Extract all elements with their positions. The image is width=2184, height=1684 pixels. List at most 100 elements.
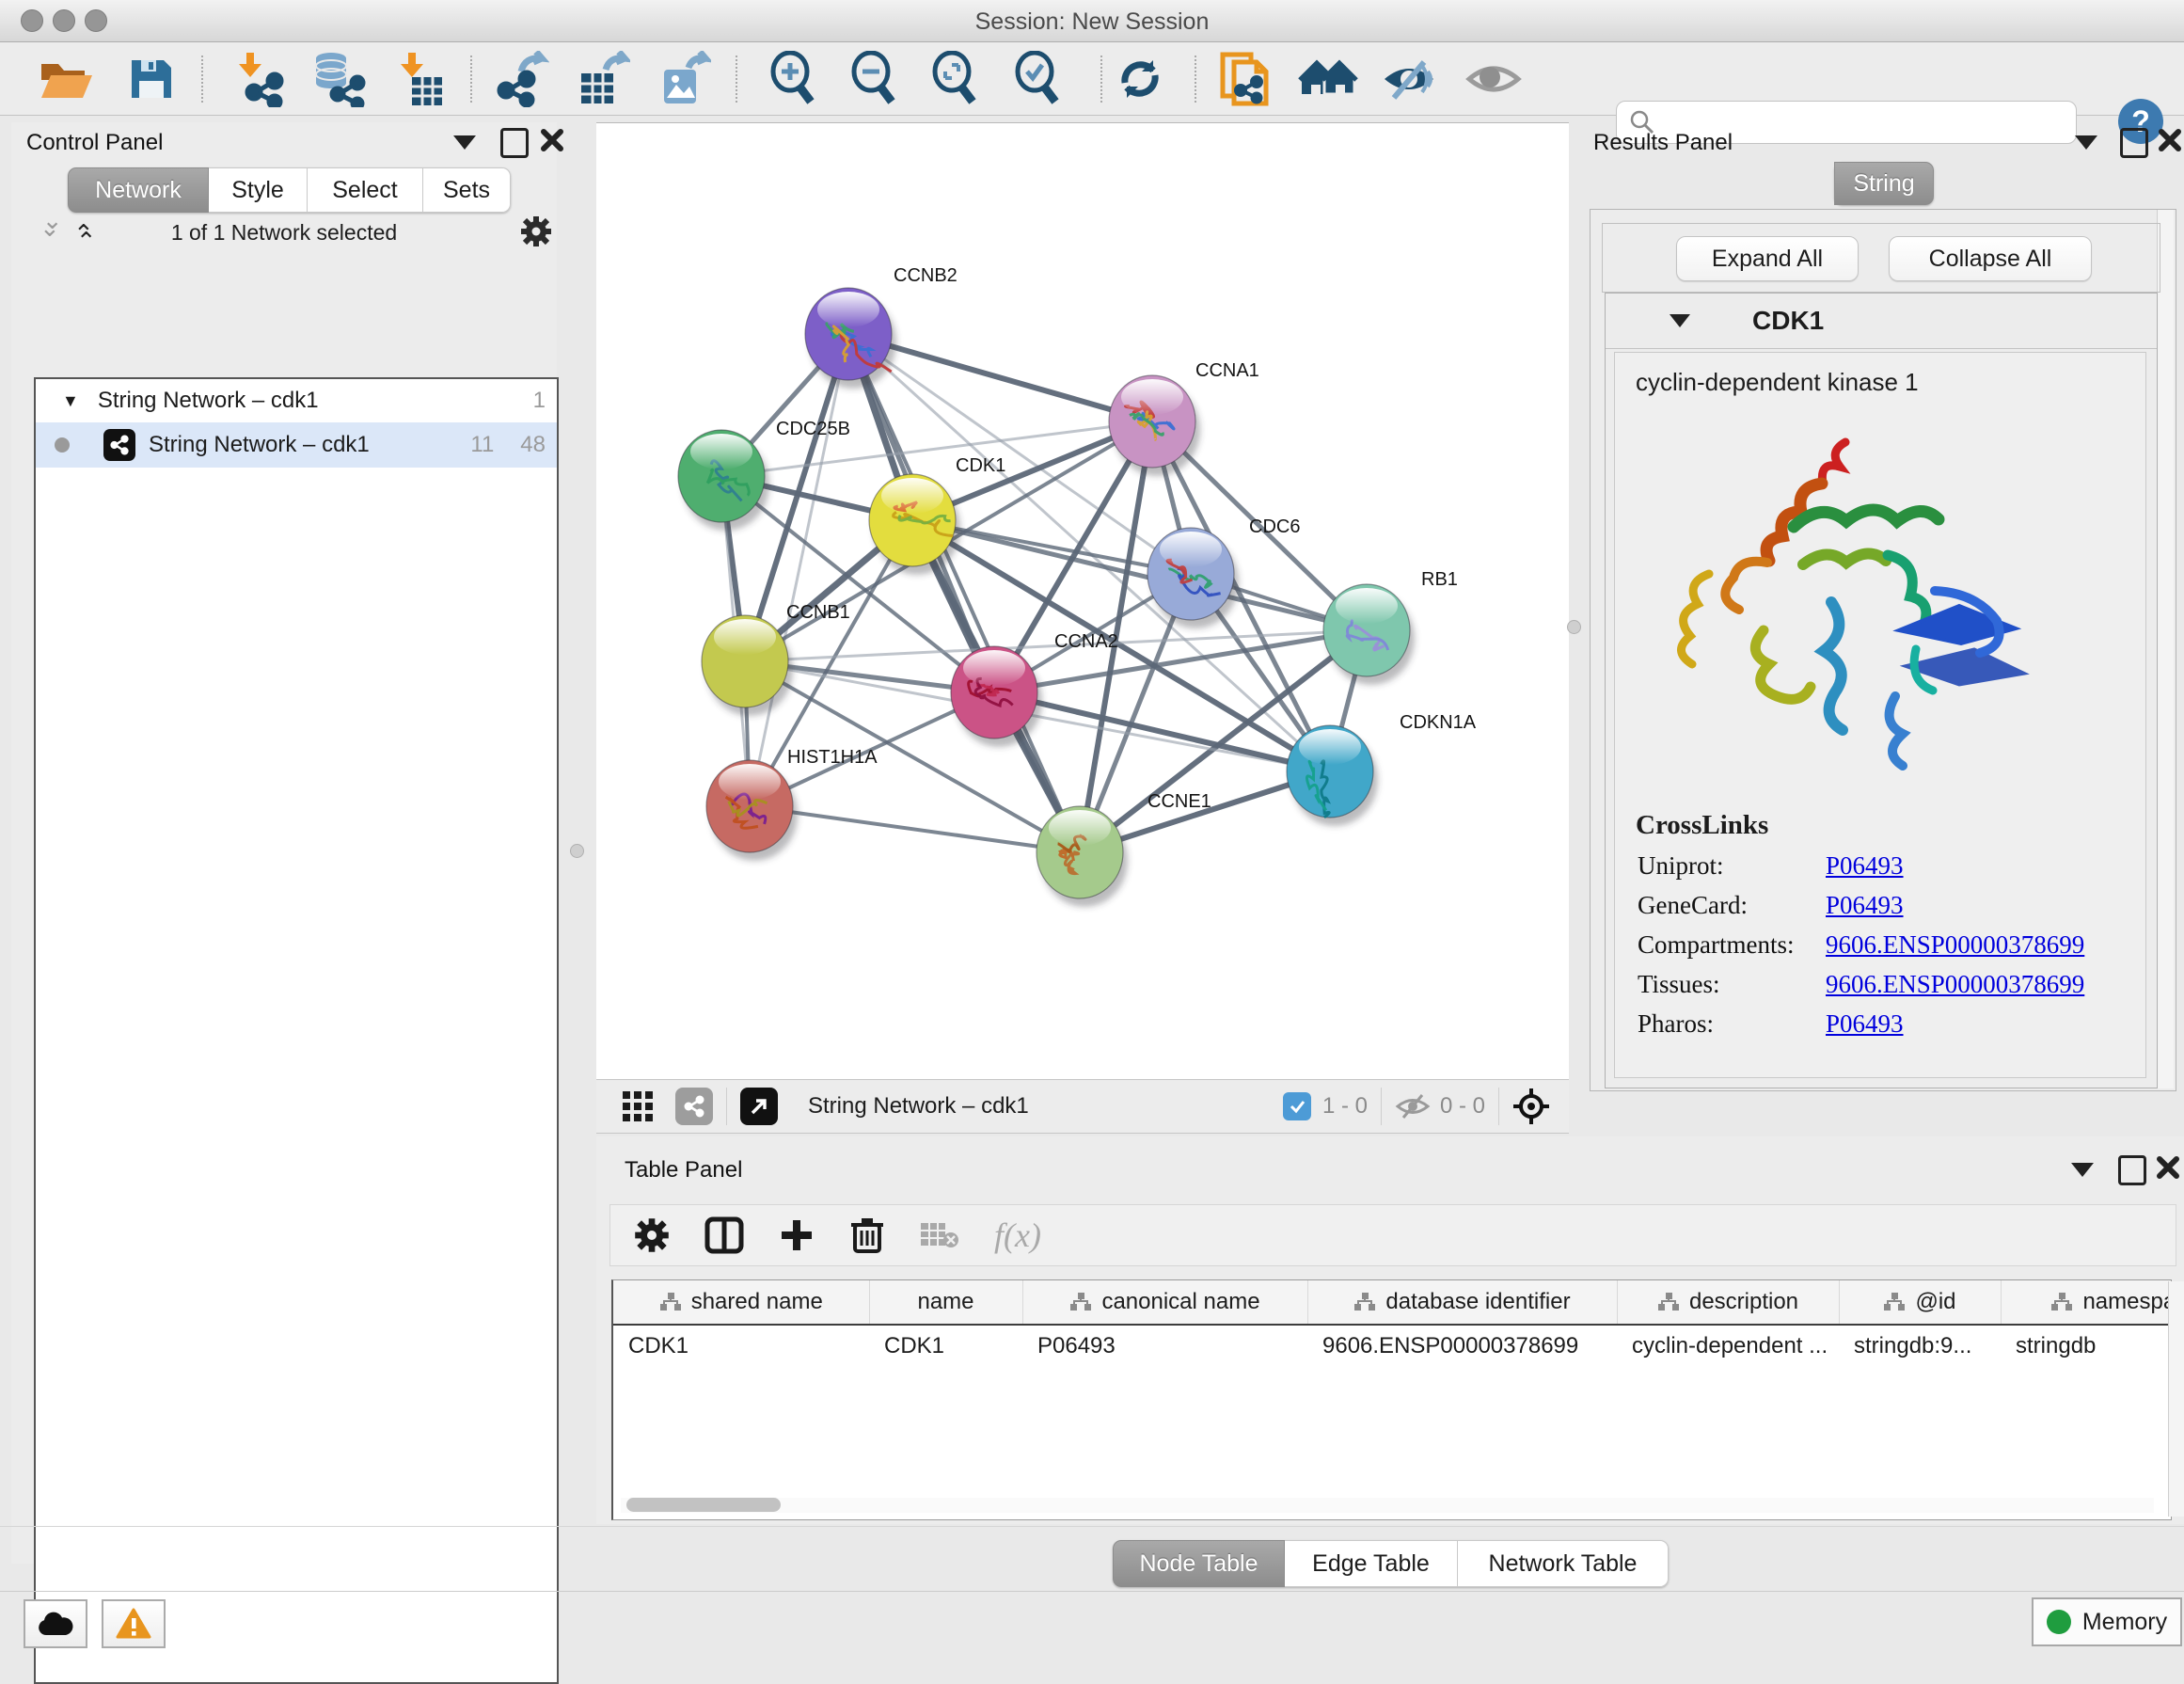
network-graph[interactable]: CCNB2CCNA1CDC25BCDK1CDC6RB1CCNB1CCNA2CDK… (596, 123, 1569, 1080)
cell-name[interactable]: CDK1 (869, 1325, 1022, 1367)
zoom-out-icon[interactable] (845, 51, 901, 107)
cell-namespace[interactable]: stringdb (2001, 1325, 2172, 1367)
fit-selection-crosshair-icon[interactable] (1512, 1088, 1550, 1125)
selected-checkbox-icon[interactable] (1283, 1092, 1311, 1120)
table-header-row[interactable]: shared name name canonical name database… (613, 1280, 2172, 1325)
maximize-panel-icon[interactable] (500, 128, 529, 158)
cell-id[interactable]: stringdb:9... (1839, 1325, 2001, 1367)
current-network-name: String Network – cdk1 (808, 1093, 1029, 1120)
network-node-rb1[interactable] (1323, 584, 1415, 685)
table-scrollbar-thumb[interactable] (626, 1498, 781, 1512)
table-vertical-scrollbar[interactable] (2168, 1281, 2184, 1517)
show-graphics-details-icon[interactable] (1465, 53, 1522, 105)
function-builder-icon-disabled: f(x) (994, 1215, 1041, 1255)
crosslink-value[interactable]: 9606.ENSP00000378699 (1826, 970, 2084, 999)
close-panel-icon[interactable] (2156, 1155, 2180, 1180)
network-view-canvas[interactable]: CCNB2CCNA1CDC25BCDK1CDC6RB1CCNB1CCNA2CDK… (596, 122, 1569, 1080)
export-table-icon[interactable] (574, 51, 630, 107)
network-node-cdk1[interactable] (869, 474, 960, 575)
table-options-gear-icon[interactable] (633, 1216, 671, 1254)
collection-expand-arrow-icon[interactable]: ▼ (62, 391, 79, 411)
network-collection-row[interactable]: ▼ String Network – cdk1 1 (36, 379, 557, 422)
column-header: @id (1915, 1289, 1955, 1315)
grid-view-icon[interactable] (621, 1089, 655, 1123)
network-node-cdc6[interactable] (1147, 528, 1239, 628)
open-file-icon[interactable] (38, 53, 94, 105)
tab-network-table[interactable]: Network Table (1458, 1540, 1669, 1587)
results-tab-bar: String (1834, 162, 1934, 205)
cell-description[interactable]: cyclin-dependent ... (1617, 1325, 1839, 1367)
network-node-ccne1[interactable] (1037, 806, 1128, 907)
add-column-icon[interactable] (778, 1216, 815, 1254)
table-row[interactable]: CDK1 CDK1 P06493 9606.ENSP00000378699 cy… (613, 1325, 2172, 1367)
tab-sets[interactable]: Sets (423, 167, 511, 213)
crosslink-value[interactable]: P06493 (1826, 1009, 1904, 1039)
tab-node-table[interactable]: Node Table (1113, 1540, 1285, 1587)
maximize-panel-icon[interactable] (2120, 128, 2148, 158)
results-scrollbar[interactable] (2157, 210, 2174, 1088)
network-node-ccna1[interactable] (1109, 375, 1200, 476)
cell-database-identifier[interactable]: 9606.ENSP00000378699 (1307, 1325, 1617, 1367)
collapse-all-button[interactable]: Collapse All (1889, 236, 2092, 281)
toolbar-separator (736, 56, 737, 103)
zoom-selected-icon[interactable] (1008, 51, 1065, 107)
network-options-gear-icon[interactable] (519, 214, 553, 248)
hidden-eye-icon[interactable] (1395, 1092, 1431, 1120)
crosslink-value[interactable]: 9606.ENSP00000378699 (1826, 930, 2084, 960)
node-label-cdc6: CDC6 (1249, 516, 1300, 537)
node-label-ccnb2: CCNB2 (894, 265, 957, 286)
tab-string[interactable]: String (1834, 162, 1934, 205)
gene-collapse-arrow-icon[interactable] (1670, 314, 1690, 327)
warnings-button[interactable] (102, 1599, 166, 1648)
zoom-in-icon[interactable] (764, 51, 820, 107)
float-panel-icon[interactable] (2075, 135, 2097, 150)
column-namespace-icon (1657, 1292, 1680, 1312)
delete-column-icon[interactable] (849, 1215, 885, 1255)
birds-eye-view-icon[interactable] (675, 1088, 713, 1125)
network-node-ccnb2[interactable] (805, 288, 896, 389)
float-panel-icon[interactable] (453, 135, 476, 150)
network-node-cdkn1a[interactable] (1287, 725, 1378, 826)
left-splitter-handle[interactable] (570, 844, 584, 858)
export-network-icon[interactable] (493, 51, 549, 107)
import-network-file-icon[interactable] (229, 51, 286, 107)
network-row[interactable]: String Network – cdk1 11 48 (36, 422, 557, 468)
memory-button[interactable]: Memory (2032, 1597, 2182, 1646)
import-network-database-icon[interactable] (307, 51, 367, 107)
open-in-window-icon[interactable] (740, 1088, 778, 1125)
node-table[interactable]: shared name name canonical name database… (611, 1279, 2172, 1520)
network-node-hist1h1a[interactable] (706, 760, 798, 861)
crosslink-value[interactable]: P06493 (1826, 891, 1904, 920)
expand-all-button[interactable]: Expand All (1676, 236, 1859, 281)
save-session-icon[interactable] (124, 53, 177, 105)
gene-description: cyclin-dependent kinase 1 (1636, 368, 2145, 397)
cloud-status-button[interactable] (24, 1599, 87, 1648)
table-horizontal-scrollbar[interactable] (621, 1498, 2154, 1513)
maximize-panel-icon[interactable] (2118, 1155, 2146, 1185)
cell-canonical-name[interactable]: P06493 (1022, 1325, 1307, 1367)
tab-network[interactable]: Network (68, 167, 209, 213)
export-image-icon[interactable] (655, 51, 711, 107)
gene-section-header[interactable]: CDK1 (1606, 294, 2157, 349)
import-table-icon[interactable] (393, 51, 446, 107)
hide-selected-icon[interactable] (1381, 53, 1437, 105)
show-columns-icon[interactable] (704, 1215, 744, 1255)
network-from-selection-icon[interactable] (1217, 49, 1274, 109)
network-node-ccna2[interactable] (951, 646, 1042, 747)
cell-shared-name[interactable]: CDK1 (613, 1325, 869, 1367)
tab-style[interactable]: Style (209, 167, 308, 213)
control-panel-tabs: Network Style Select Sets (68, 167, 511, 213)
tab-select[interactable]: Select (308, 167, 423, 213)
results-buttons-box: Expand All Collapse All (1602, 223, 2160, 293)
crosslink-value[interactable]: P06493 (1826, 851, 1904, 881)
zoom-fit-icon[interactable] (926, 51, 982, 107)
close-panel-icon[interactable] (2158, 128, 2182, 152)
float-panel-icon[interactable] (2071, 1163, 2094, 1177)
toolbar-separator (726, 1088, 727, 1125)
node-label-ccna2: CCNA2 (1054, 631, 1118, 652)
refresh-icon[interactable] (1114, 53, 1166, 105)
first-neighbors-icon[interactable] (1298, 53, 1358, 105)
tab-edge-table[interactable]: Edge Table (1285, 1540, 1458, 1587)
network-node-cdc25b[interactable] (678, 430, 769, 531)
close-panel-icon[interactable] (540, 128, 564, 152)
